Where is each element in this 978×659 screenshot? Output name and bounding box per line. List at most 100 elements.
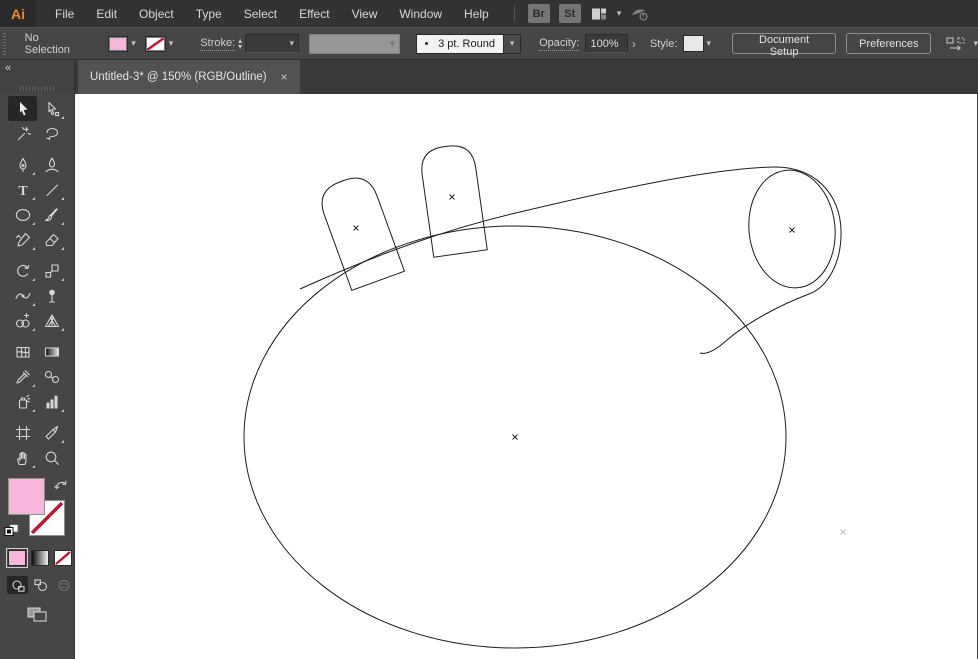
line-segment-icon [43,181,61,199]
tool-ellipse[interactable] [8,202,37,227]
draw-normal-icon[interactable] [7,576,28,594]
stroke-chevron-icon[interactable]: ▾ [166,36,177,51]
menu-effect[interactable]: Effect [288,0,340,27]
style-swatch[interactable] [683,35,704,52]
stepper-down-icon[interactable]: ▾ [238,42,242,50]
tool-symbol-sprayer[interactable] [8,389,37,414]
artwork-svg[interactable] [75,94,977,659]
paintbrush-icon [43,206,61,224]
menu-help[interactable]: Help [453,0,500,27]
tool-artboard[interactable] [8,420,37,445]
illustrator-window: Ai File Edit Object Type Select Effect View Win… [0,0,978,659]
opacity-input[interactable]: 100% [585,34,628,53]
menu-window[interactable]: Window [388,0,453,27]
fill-color-swatch[interactable] [108,35,129,52]
tool-line-segment[interactable] [37,177,66,202]
lasso-icon [43,125,61,143]
menu-object[interactable]: Object [128,0,185,27]
tool-gradient[interactable] [37,339,66,364]
swap-fill-stroke-icon[interactable] [53,478,69,497]
tool-shape-builder[interactable] [8,308,37,333]
default-fill-stroke-icon[interactable] [4,524,19,542]
chevron-down-icon: ▾ [289,38,295,48]
scale-icon [43,262,61,280]
draw-behind-icon[interactable] [30,576,51,594]
select-similar-options-icon[interactable] [945,36,967,52]
tool-rotate[interactable] [8,258,37,283]
color-button[interactable] [6,548,28,568]
gradient-button[interactable] [31,550,49,566]
tool-type[interactable]: T [8,177,37,202]
tool-column-graph[interactable] [37,389,66,414]
brush-chevron-button[interactable]: ▾ [504,33,522,54]
menu-select[interactable]: Select [233,0,288,27]
tools-grid: T [0,94,74,470]
perspective-grid-icon [43,312,61,330]
fill-indicator[interactable] [8,478,45,515]
workspace-switcher-icon[interactable] [590,5,608,23]
tool-selection[interactable] [8,96,37,121]
snout-ellipse[interactable] [743,166,841,292]
gpu-performance-icon[interactable] [630,5,650,23]
stroke-color-swatch[interactable] [144,35,166,52]
brush-preset-value: 3 pt. Round [438,37,495,50]
direct-selection-icon [43,100,61,118]
tool-width[interactable] [8,283,37,308]
bridge-button[interactable]: Br [527,4,550,23]
tool-magic-wand[interactable] [8,121,37,146]
brush-preset-combo[interactable]: 3 pt. Round ▾ [416,33,522,54]
tool-shaper[interactable] [8,227,37,252]
eraser-icon [43,231,61,249]
stroke-weight-dropdown[interactable]: ▾ [245,34,300,53]
opacity-label[interactable]: Opacity: [539,37,580,51]
hand-icon [14,449,32,467]
document-setup-button[interactable]: Document Setup [732,33,837,58]
menu-view[interactable]: View [341,0,389,27]
ear-left[interactable] [316,172,406,292]
menu-file[interactable]: File [44,0,85,27]
tool-hand[interactable] [8,445,37,470]
head-outline[interactable] [299,166,842,354]
tool-eyedropper[interactable] [8,364,37,389]
zoom-icon [43,449,61,467]
column-graph-icon [43,393,61,411]
tool-curvature[interactable] [37,152,66,177]
color-mode-row [0,548,74,568]
ear-right[interactable] [419,143,488,258]
menu-edit[interactable]: Edit [85,0,128,27]
brush-preset-field[interactable]: 3 pt. Round [416,33,505,54]
tools-panel-grip[interactable] [20,86,54,91]
center-point-mark [449,194,455,200]
control-bar-grip[interactable] [2,32,9,55]
chevron-down-icon[interactable]: ▾ [973,38,978,49]
collapse-panel-button[interactable]: « [5,62,11,74]
tool-perspective-grid[interactable] [37,308,66,333]
chevron-down-icon[interactable]: ▾ [617,8,622,19]
screen-mode-button[interactable] [0,606,74,623]
none-button[interactable] [54,550,72,566]
center-point-mark [353,225,359,231]
menu-type[interactable]: Type [185,0,233,27]
tool-mesh[interactable] [8,339,37,364]
tool-direct-selection[interactable] [37,96,66,121]
style-chevron-icon[interactable]: ▾ [704,36,715,51]
tool-pen[interactable] [8,152,37,177]
tool-blend[interactable] [37,364,66,389]
document-tab[interactable]: Untitled-3* @ 150% (RGB/Outline) × [78,60,300,94]
canvas[interactable] [75,94,978,659]
stroke-weight-label[interactable]: Stroke: [200,37,236,51]
puppet-warp-icon [43,287,61,305]
tab-close-icon[interactable]: × [281,70,288,84]
tool-puppet-warp[interactable] [37,283,66,308]
tool-eraser[interactable] [37,227,66,252]
tool-scale[interactable] [37,258,66,283]
opacity-expand-icon[interactable]: › [628,37,640,51]
tool-lasso[interactable] [37,121,66,146]
stock-button[interactable]: St [558,4,581,23]
tool-zoom[interactable] [37,445,66,470]
preferences-button[interactable]: Preferences [846,33,932,54]
fill-chevron-icon[interactable]: ▾ [128,36,139,51]
stroke-weight-stepper[interactable]: ▴ ▾ [238,36,242,50]
tool-slice[interactable] [37,420,66,445]
tool-paintbrush[interactable] [37,202,66,227]
